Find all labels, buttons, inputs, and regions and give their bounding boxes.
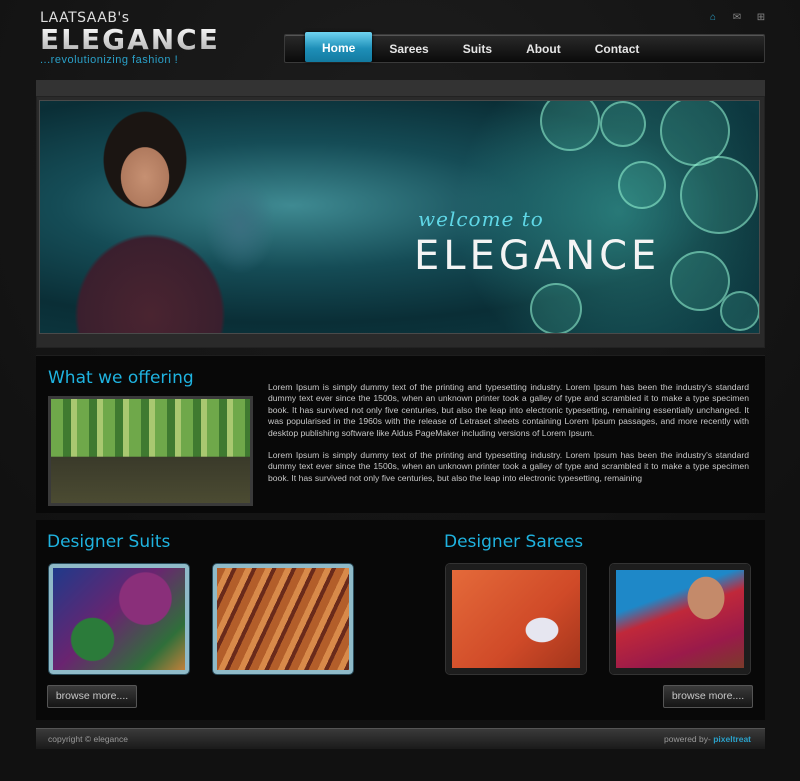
hero-banner: welcome to ELEGANCE [39,100,760,334]
mall-image [48,396,253,506]
offering-heading: What we offering [48,368,194,388]
banner-frame: welcome to ELEGANCE [36,80,765,348]
banner-welcome: welcome to [418,207,544,231]
offering-paragraph: Lorem Ipsum is simply dummy text of the … [268,382,749,438]
nav-item-suits[interactable]: Suits [446,35,509,62]
banner-model-image [50,105,280,333]
suit-thumbnail[interactable] [213,564,353,674]
nav-item-home[interactable]: Home [305,32,373,62]
sitemap-icon[interactable]: ⊞ [756,13,766,23]
offering-section: What we offering Lorem Ipsum is simply d… [36,355,765,513]
banner-title: ELEGANCE [414,233,661,279]
nav-item-contact[interactable]: Contact [578,35,657,62]
copyright-text: copyright © elegance [48,734,128,744]
nav-item-sarees[interactable]: Sarees [372,35,445,62]
sarees-heading: Designer Sarees [444,532,584,552]
browse-sarees-button[interactable]: browse more.... [663,685,753,708]
mail-icon[interactable]: ✉ [732,13,742,23]
nav-item-about[interactable]: About [509,35,578,62]
browse-suits-button[interactable]: browse more.... [47,685,137,708]
offering-paragraph: Lorem Ipsum is simply dummy text of the … [268,450,749,483]
site-logo[interactable]: LAATSAAB's ELEGANCE ...revolutionizing f… [40,10,220,66]
home-icon[interactable]: ⌂ [708,13,718,23]
saree-thumbnail[interactable] [610,564,750,674]
products-section: Designer Suits Designer Sarees browse mo… [36,520,765,720]
offering-text: Lorem Ipsum is simply dummy text of the … [268,382,749,495]
suits-heading: Designer Suits [47,532,171,552]
saree-thumbnail[interactable] [446,564,586,674]
bokeh-circle [720,291,759,331]
main-nav: Home Sarees Suits About Contact [284,32,765,63]
bokeh-circle [600,101,646,147]
powered-by: powered by- pixeltreat [664,729,751,750]
bokeh-circle [618,161,666,209]
top-icons: ⌂ ✉ ⊞ [708,13,766,23]
footer: copyright © elegance powered by- pixeltr… [36,728,765,749]
powered-by-prefix: powered by- [664,734,711,744]
bokeh-circle [530,283,582,333]
brand-name: ELEGANCE [40,23,220,56]
suit-thumbnail[interactable] [49,564,189,674]
bokeh-circle [680,156,758,234]
powered-by-link[interactable]: pixeltreat [713,734,751,744]
